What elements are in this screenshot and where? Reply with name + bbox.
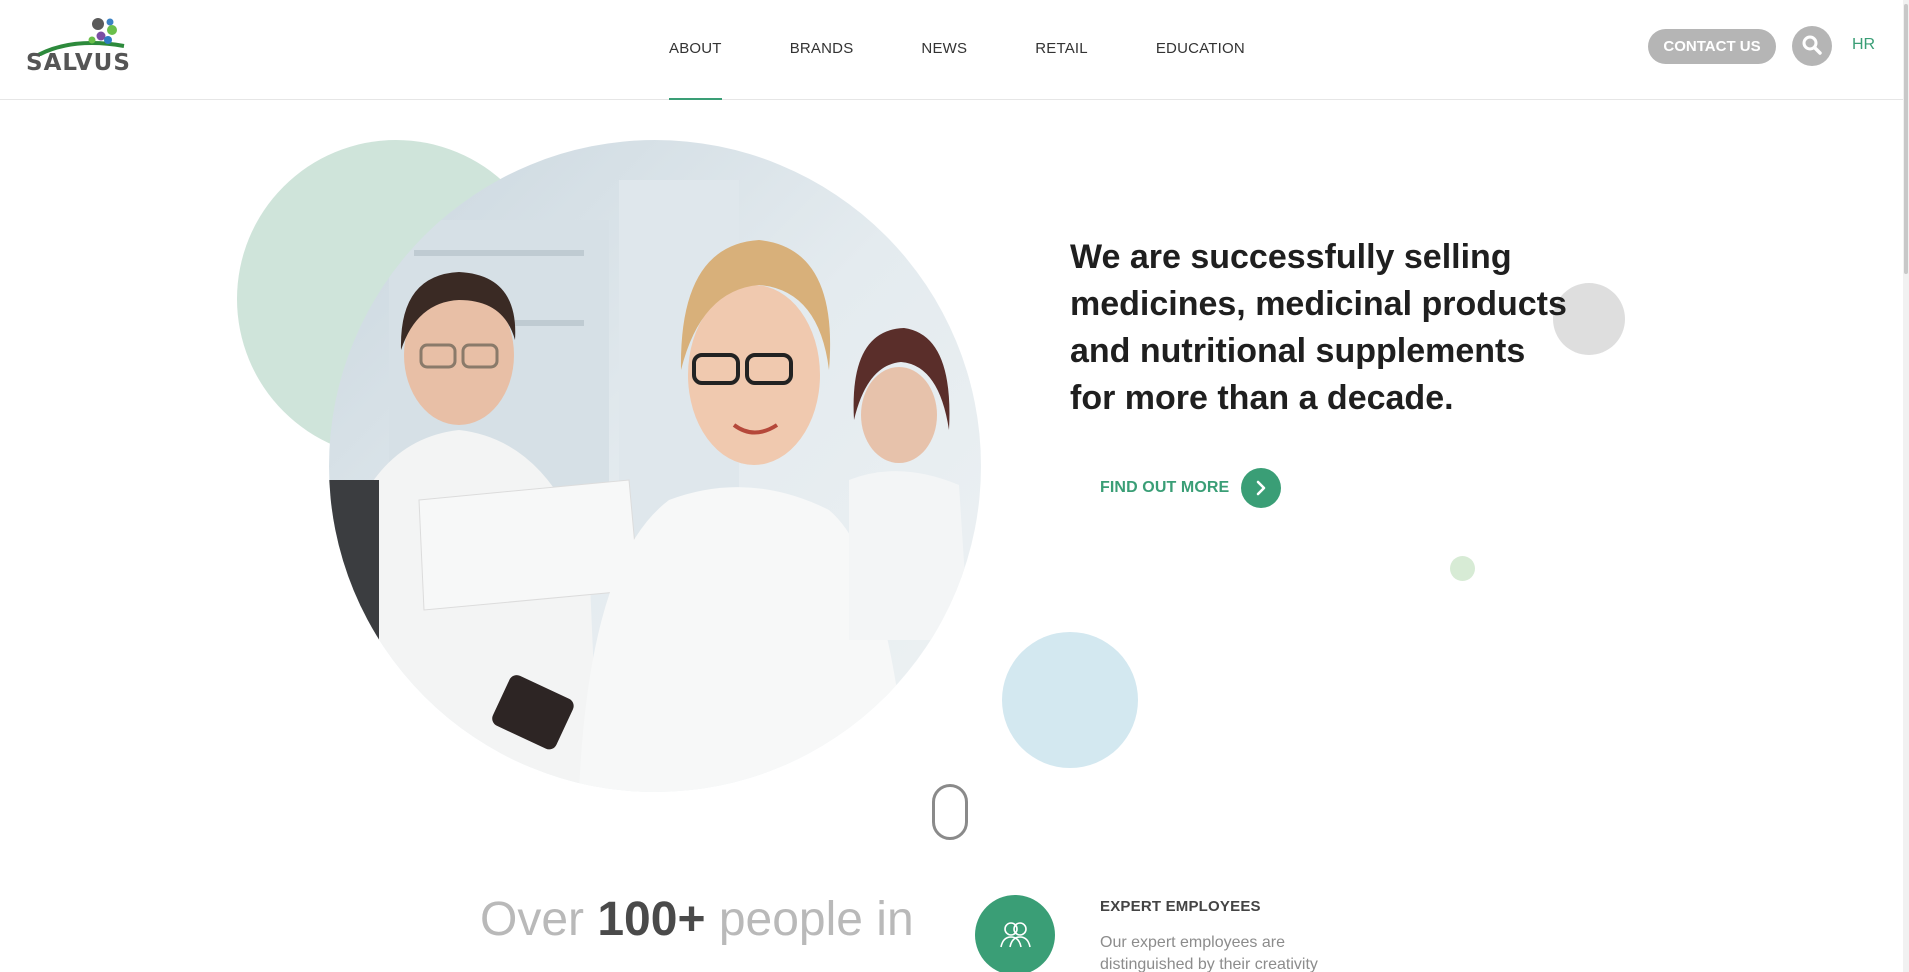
find-out-more-label: FIND OUT MORE xyxy=(1100,479,1230,496)
chevron-right-icon xyxy=(1241,468,1282,508)
lab-team-photo-image xyxy=(329,140,981,792)
hero-headline: We are successfully selling medicines, m… xyxy=(1070,238,1567,417)
search-icon xyxy=(1802,35,1822,55)
find-out-more-button[interactable]: FIND OUT MORE xyxy=(1100,468,1282,508)
decorative-blue-circle xyxy=(1002,632,1138,768)
nav-item-education[interactable]: EDUCATION xyxy=(1156,0,1245,100)
main-nav: ABOUT BRANDS NEWS RETAIL EDUCATION xyxy=(669,0,1313,100)
nav-item-about[interactable]: ABOUT xyxy=(669,0,722,100)
mouse-scroll-icon xyxy=(932,784,968,840)
stats-title: Over 100+ people in xyxy=(480,892,914,947)
scrollbar-thumb[interactable] xyxy=(1904,4,1908,274)
contact-us-button[interactable]: CONTACT US xyxy=(1648,29,1776,64)
decorative-green-dot xyxy=(1450,556,1475,581)
search-button[interactable] xyxy=(1792,26,1832,66)
stats-title-number: 100+ xyxy=(597,893,706,946)
stat-heading: EXPERT EMPLOYEES xyxy=(1100,898,1261,915)
nav-item-retail[interactable]: RETAIL xyxy=(1035,0,1088,100)
nav-item-news[interactable]: NEWS xyxy=(921,0,967,100)
language-switch-link[interactable]: HR xyxy=(1852,36,1875,54)
hero-photo xyxy=(329,140,981,792)
people-icon xyxy=(975,895,1055,972)
page-scrollbar[interactable] xyxy=(1903,0,1909,972)
stat-text: Our expert employees are distinguished b… xyxy=(1100,934,1318,972)
site-header: SALVUS ABOUT BRANDS NEWS RETAIL EDUCATIO… xyxy=(0,0,1909,100)
logo-text: SALVUS xyxy=(26,50,131,76)
salvus-logo[interactable]: SALVUS xyxy=(26,16,136,76)
stats-title-suffix: people in xyxy=(705,893,914,946)
nav-item-brands[interactable]: BRANDS xyxy=(790,0,854,100)
stats-title-prefix: Over xyxy=(480,893,598,946)
